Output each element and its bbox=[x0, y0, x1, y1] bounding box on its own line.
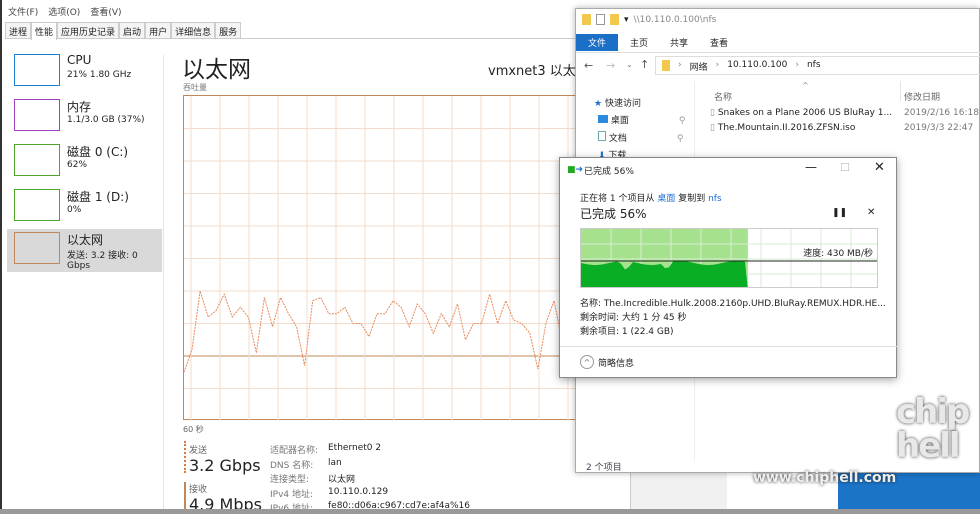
sidebar-thumb bbox=[14, 54, 60, 86]
breadcrumb-nfs[interactable]: nfs bbox=[807, 60, 821, 71]
breadcrumb-host[interactable]: 10.110.0.100 bbox=[727, 60, 787, 71]
up-button[interactable]: ↑ bbox=[640, 58, 649, 71]
page-title: 以太网 bbox=[182, 57, 251, 83]
sidebar-item-1[interactable]: 内存 1.1/3.0 GB (37%) bbox=[7, 96, 162, 139]
ribbon-share[interactable]: 共享 bbox=[662, 34, 696, 51]
status-bar: 2 个项目 bbox=[586, 463, 622, 473]
progress-label: 已完成 56% bbox=[580, 207, 647, 221]
watermark-url: www.chiphell.com bbox=[753, 470, 897, 486]
ribbon-home[interactable]: 主页 bbox=[622, 34, 656, 51]
network-folder-icon bbox=[582, 14, 591, 25]
tab-app-history[interactable]: 应用历史记录 bbox=[57, 22, 120, 38]
source-link[interactable]: 桌面 bbox=[657, 194, 675, 204]
prop-value: lan bbox=[328, 457, 342, 468]
minimize-button[interactable]: — bbox=[805, 160, 817, 174]
graph-label: 吞吐量 bbox=[183, 83, 207, 92]
dropdown-icon[interactable]: ▾ bbox=[624, 15, 629, 25]
menu-file[interactable]: 文件(F) bbox=[8, 8, 38, 18]
prop-label: IPv4 地址: bbox=[270, 489, 314, 500]
copy-icon: ■➜ bbox=[567, 165, 584, 175]
prop-value: Ethernet0 2 bbox=[328, 443, 382, 453]
task-manager-window: 文件(F) 选项(O) 查看(V) 进程 性能 应用历史记录 启动 用户 详细信息 … bbox=[0, 0, 630, 514]
cancel-button[interactable]: ✕ bbox=[867, 207, 875, 218]
nav-documents[interactable]: 文档 ⚲ bbox=[598, 131, 683, 144]
remaining-items: 剩余项目: 1 (22.4 GB) bbox=[580, 327, 674, 337]
recent-dropdown[interactable]: ⌄ bbox=[626, 60, 633, 69]
column-date[interactable]: 修改日期 bbox=[904, 90, 940, 103]
back-button[interactable]: ← bbox=[584, 59, 593, 72]
taskbar-edge bbox=[0, 509, 980, 514]
tab-processes[interactable]: 进程 bbox=[5, 22, 32, 38]
sidebar-item-3[interactable]: 磁盘 1 (D:) 0% bbox=[7, 186, 162, 229]
tab-details[interactable]: 详细信息 bbox=[171, 22, 216, 38]
divider bbox=[163, 55, 164, 514]
throughput-graph bbox=[183, 95, 578, 421]
maximize-button[interactable]: ☐ bbox=[840, 161, 850, 174]
window-title: \\10.110.0.100\nfs bbox=[633, 14, 717, 25]
watermark-logo: chip hell bbox=[896, 392, 970, 466]
menu-bar: 文件(F) 选项(O) 查看(V) bbox=[8, 5, 132, 18]
chevron-up-icon: ^ bbox=[580, 355, 594, 369]
speed-graph: 速度: 430 MB/秒 bbox=[580, 228, 878, 288]
dialog-title: 已完成 56% bbox=[584, 167, 634, 177]
file-date: 2019/3/3 22:47 bbox=[904, 123, 974, 133]
sidebar-thumb bbox=[14, 99, 60, 131]
sidebar-item-4[interactable]: 以太网 发送: 3.2 接收: 0 Gbps bbox=[7, 229, 162, 272]
file-name: 名称: The.Incredible.Hulk.2008.2160p.UHD.B… bbox=[580, 299, 886, 309]
sidebar-thumb bbox=[14, 189, 60, 221]
prop-value: 以太网 bbox=[328, 475, 356, 485]
file-icon: ▯ bbox=[710, 123, 715, 133]
prop-value: 10.110.0.129 bbox=[328, 486, 389, 497]
properties-icon[interactable] bbox=[596, 14, 605, 25]
tab-performance[interactable]: 性能 bbox=[31, 22, 58, 40]
background-window bbox=[630, 473, 727, 513]
tab-users[interactable]: 用户 bbox=[145, 22, 172, 38]
breadcrumb-network[interactable]: 网络 bbox=[690, 60, 708, 73]
sidebar-item-0[interactable]: CPU 21% 1.80 GHz bbox=[7, 51, 162, 94]
tab-bar: 进程 性能 应用历史记录 启动 用户 详细信息 服务 bbox=[5, 22, 605, 40]
file-icon: ▯ bbox=[710, 108, 715, 118]
sidebar-thumb bbox=[14, 232, 60, 264]
recv-label: 接收 bbox=[189, 485, 208, 495]
prop-label: 适配器名称: bbox=[270, 446, 319, 456]
adapter-name: vmxnet3 以太网 bbox=[488, 64, 589, 79]
sidebar-item-2[interactable]: 磁盘 0 (C:) 62% bbox=[7, 141, 162, 184]
file-date: 2019/2/16 16:18 bbox=[904, 108, 979, 118]
nav-desktop[interactable]: 桌面 ⚲ bbox=[598, 113, 685, 126]
column-name[interactable]: 名称 bbox=[714, 90, 732, 103]
destination-link[interactable]: nfs bbox=[708, 194, 722, 204]
time-label: 60 秒 bbox=[183, 425, 204, 434]
send-value: 3.2 Gbps bbox=[189, 456, 261, 475]
prop-label: DNS 名称: bbox=[270, 460, 314, 471]
send-label: 发送 bbox=[189, 446, 208, 456]
copy-description: 正在将 1 个项目从 桌面 复制到 nfs bbox=[580, 194, 722, 204]
throughput-chart bbox=[183, 96, 578, 421]
address-bar[interactable]: › 网络 › 10.110.0.100 › nfs bbox=[655, 56, 980, 75]
less-details-button[interactable]: ^ 简略信息 bbox=[580, 355, 634, 369]
remaining-time: 剩余时间: 大约 1 分 45 秒 bbox=[580, 313, 687, 323]
sidebar-thumb bbox=[14, 144, 60, 176]
prop-label: 连接类型: bbox=[270, 475, 310, 485]
ribbon-file[interactable]: 文件 bbox=[576, 34, 618, 51]
menu-view[interactable]: 查看(V) bbox=[90, 8, 121, 18]
sort-icon: ^ bbox=[802, 81, 809, 90]
menu-options[interactable]: 选项(O) bbox=[48, 8, 80, 18]
speed-label: 速度: 430 MB/秒 bbox=[803, 249, 873, 259]
close-button[interactable]: ✕ bbox=[874, 160, 885, 175]
file-row[interactable]: ▯ The.Mountain.II.2016.ZFSN.iso bbox=[710, 123, 855, 133]
tab-services[interactable]: 服务 bbox=[215, 22, 242, 38]
network-icon bbox=[662, 60, 670, 71]
tab-startup[interactable]: 启动 bbox=[119, 22, 146, 38]
new-folder-icon[interactable] bbox=[610, 14, 619, 25]
ribbon-view[interactable]: 查看 bbox=[702, 34, 736, 51]
pause-button[interactable]: ❚❚ bbox=[832, 208, 847, 218]
forward-button[interactable]: → bbox=[606, 59, 615, 72]
file-row[interactable]: ▯ Snakes on a Plane 2006 US BluRay 1... bbox=[710, 108, 892, 118]
send-throughput-line bbox=[183, 290, 563, 373]
copy-progress-dialog: ■➜ 已完成 56% — ☐ ✕ 正在将 1 个项目从 桌面 复制到 nfs 已… bbox=[559, 157, 898, 378]
nav-quick-access[interactable]: ★ 快速访问 bbox=[594, 96, 641, 109]
